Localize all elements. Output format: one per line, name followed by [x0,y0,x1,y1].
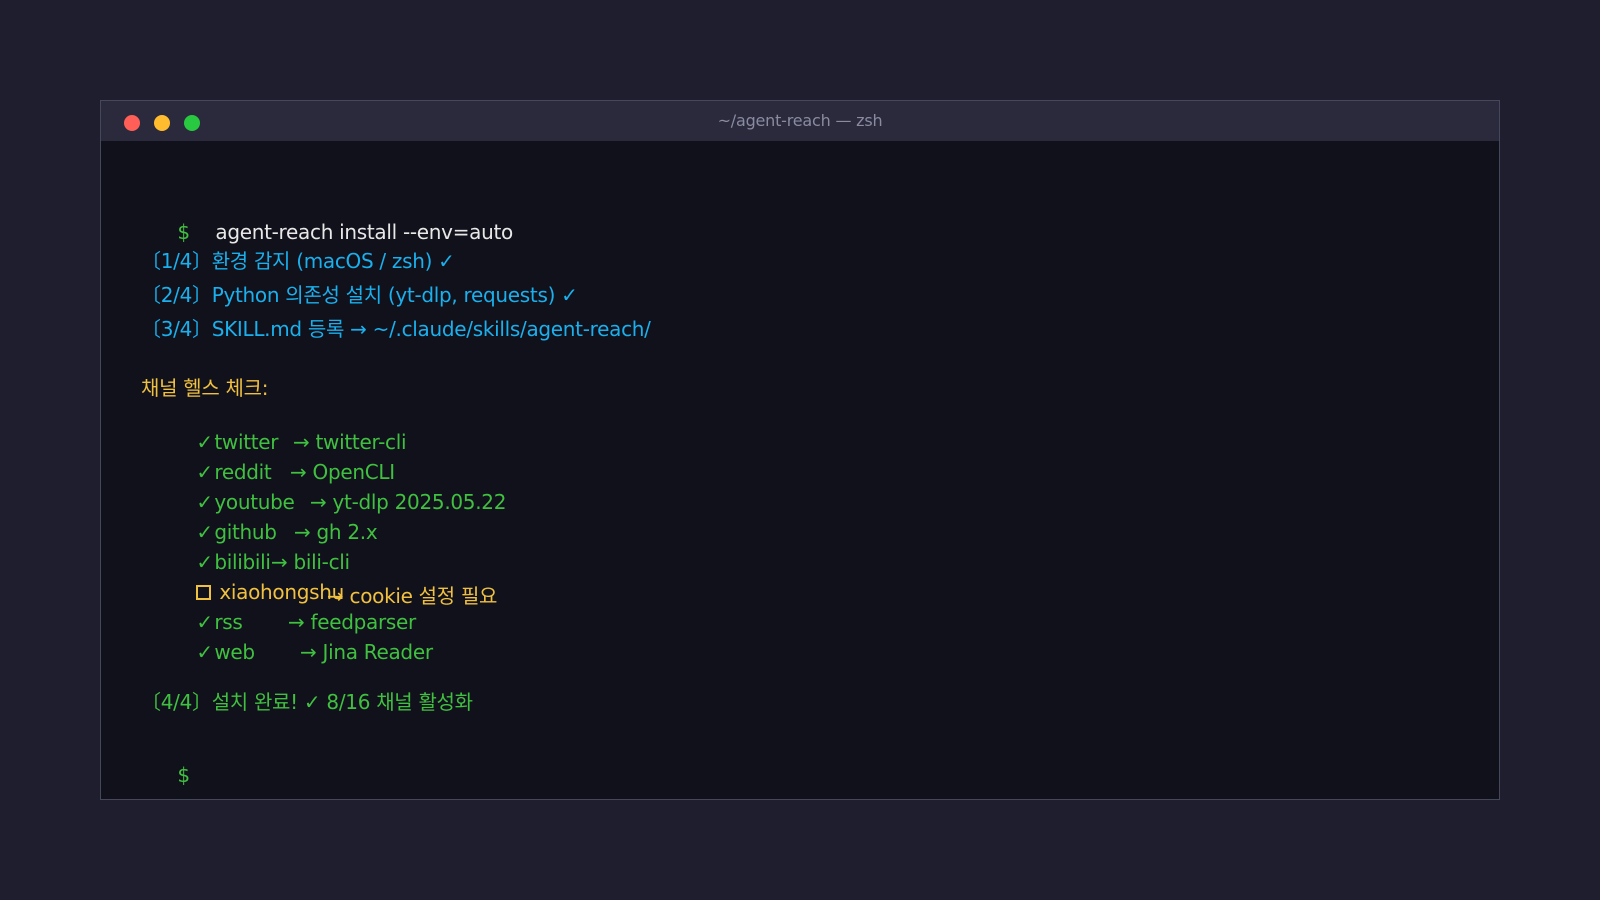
prompt-line[interactable]: $ [141,739,215,811]
step-line-1: 〔1/4〕환경 감지 (macOS / zsh) ✓ [141,249,455,273]
channel-target: → gh 2.x [294,520,378,544]
channel-target: → cookie 설정 필요 [327,584,498,608]
prompt-symbol: $ [177,220,190,244]
terminal-output[interactable]: $ agent-reach install --env=auto 〔1/4〕환경 … [101,141,1499,799]
prompt-symbol: $ [177,763,190,787]
window-title: ~/agent-reach — zsh [717,111,883,130]
health-check-header: 채널 헬스 체크: [141,376,269,400]
channel-target: → twitter-cli [293,430,407,454]
channel-name: web [214,640,255,664]
channel-target: → Jina Reader [300,640,433,664]
channel-target: → yt-dlp 2025.05.22 [310,490,507,514]
title-bar: ~/agent-reach — zsh [101,101,1499,141]
step-line-3: 〔3/4〕SKILL.md 등록 → ~/.claude/skills/agen… [141,317,651,341]
command-text: agent-reach install --env=auto [215,220,513,244]
channel-row: ✓web → Jina Reader [160,616,433,688]
channel-target: → OpenCLI [290,460,395,484]
step-line-2: 〔2/4〕Python 의존성 설치 (yt-dlp, requests) ✓ [141,283,578,307]
terminal-window: ~/agent-reach — zsh $ agent-reach install… [100,100,1500,800]
check-icon: ✓ [196,640,213,664]
final-step-line: 〔4/4〕설치 완료! ✓ 8/16 채널 활성화 [141,690,473,714]
channel-target: → feedparser [288,610,416,634]
